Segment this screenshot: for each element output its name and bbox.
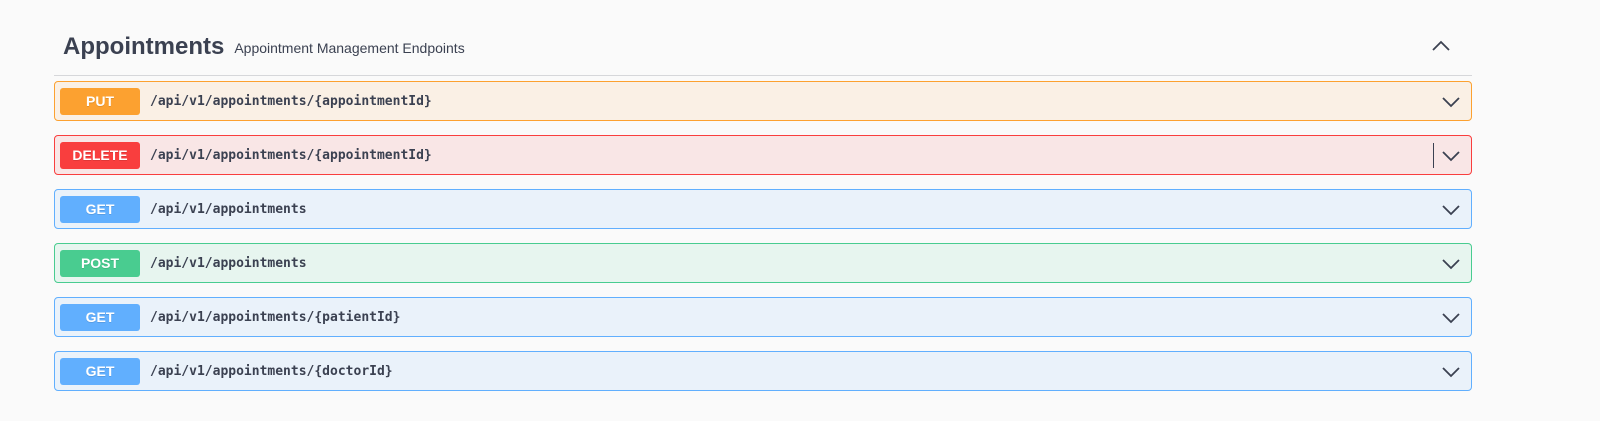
operation-get-appointments[interactable]: GET /api/v1/appointments [54, 189, 1472, 229]
appointments-section: Appointments Appointment Management Endp… [54, 18, 1472, 391]
divider [1433, 143, 1434, 168]
method-badge-get: GET [60, 303, 140, 331]
tag-header[interactable]: Appointments Appointment Management Endp… [54, 18, 1472, 76]
chevron-down-icon[interactable] [1440, 361, 1462, 383]
operation-delete-appointment[interactable]: DELETE /api/v1/appointments/{appointment… [54, 135, 1472, 175]
method-badge-get: GET [60, 195, 140, 223]
operation-get-by-doctor[interactable]: GET /api/v1/appointments/{doctorId} [54, 351, 1472, 391]
method-badge-get: GET [60, 357, 140, 385]
operation-put-appointment[interactable]: PUT /api/v1/appointments/{appointmentId} [54, 81, 1472, 121]
operation-path: /api/v1/appointments/{appointmentId} [150, 147, 432, 163]
operation-post-appointment[interactable]: POST /api/v1/appointments [54, 243, 1472, 283]
operation-path: /api/v1/appointments [150, 201, 307, 217]
method-badge-put: PUT [60, 87, 140, 115]
method-badge-delete: DELETE [60, 141, 140, 169]
chevron-down-icon[interactable] [1440, 253, 1462, 275]
operation-get-by-patient[interactable]: GET /api/v1/appointments/{patientId} [54, 297, 1472, 337]
tag-description: Appointment Management Endpoints [234, 39, 465, 56]
operation-path: /api/v1/appointments [150, 255, 307, 271]
tag-title[interactable]: Appointments [63, 33, 224, 61]
operation-path: /api/v1/appointments/{patientId} [150, 309, 401, 325]
chevron-down-icon[interactable] [1440, 199, 1462, 221]
operation-path: /api/v1/appointments/{doctorId} [150, 363, 393, 379]
chevron-down-icon[interactable] [1440, 91, 1462, 113]
chevron-down-icon[interactable] [1440, 307, 1462, 329]
chevron-down-icon[interactable] [1440, 145, 1462, 167]
operation-path: /api/v1/appointments/{appointmentId} [150, 93, 432, 109]
method-badge-post: POST [60, 249, 140, 277]
chevron-up-icon[interactable] [1430, 35, 1452, 57]
